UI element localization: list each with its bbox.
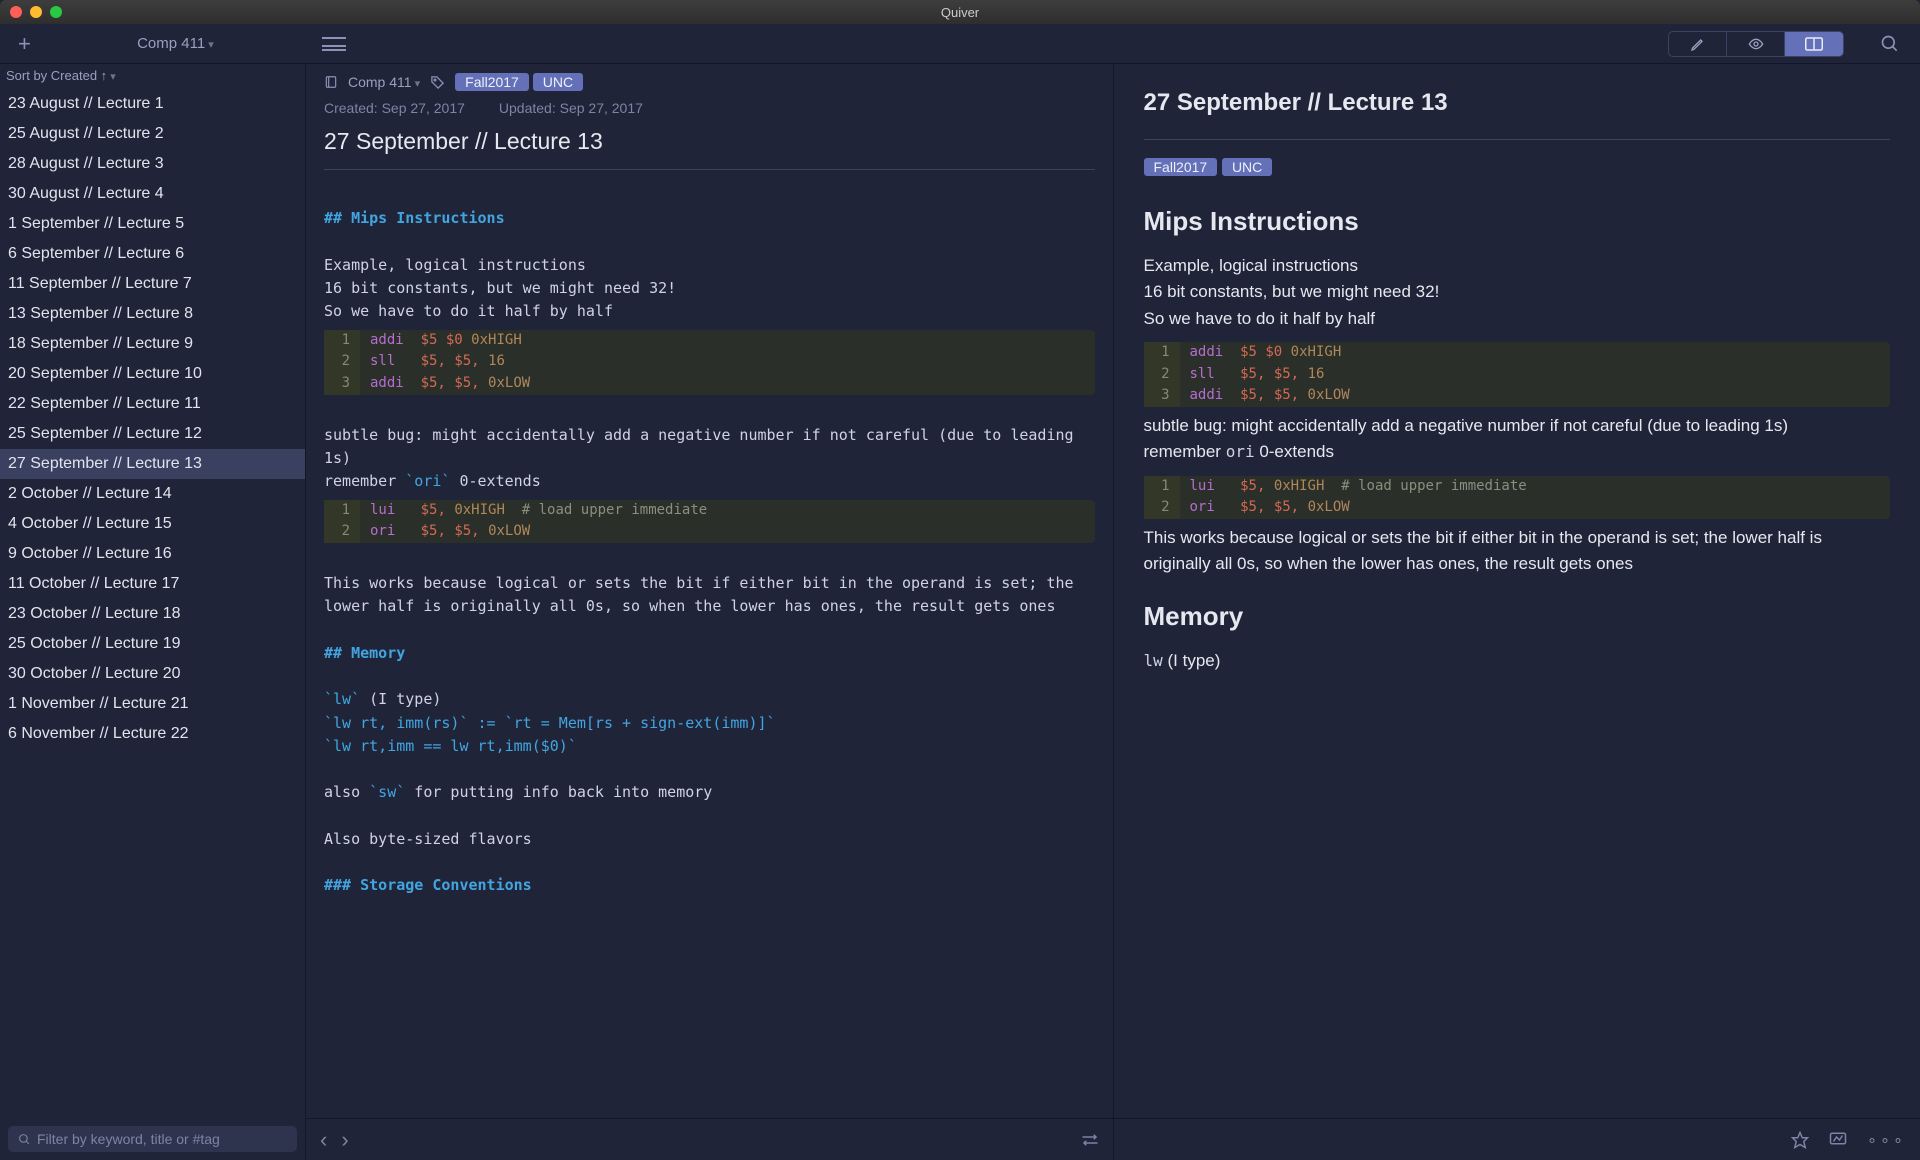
editor-pane[interactable]: Comp 411 Fall2017 UNC Created: Sep 27, 2… — [306, 64, 1114, 1160]
viewmode-split[interactable] — [1785, 32, 1843, 56]
tag-chip[interactable]: UNC — [533, 73, 583, 91]
code-block[interactable]: 1lui $5, 0xHIGH # load upper immediate2o… — [324, 500, 1095, 543]
note-list-item[interactable]: 6 November // Lecture 22 — [0, 719, 305, 749]
preview-pane: 27 September // Lecture 13 Fall2017 UNC … — [1114, 64, 1920, 1160]
note-list-item[interactable]: 23 October // Lecture 18 — [0, 599, 305, 629]
preview-paragraph: lw (I type) — [1144, 648, 1891, 674]
note-list-item[interactable]: 9 October // Lecture 16 — [0, 539, 305, 569]
notebook-dropdown[interactable]: Comp 411 — [45, 35, 306, 52]
note-list-item[interactable]: 23 August // Lecture 1 — [0, 89, 305, 119]
viewmode-preview[interactable] — [1727, 32, 1785, 56]
preview-footer: ∘∘∘ — [1114, 1118, 1920, 1160]
window-minimize-button[interactable] — [30, 6, 42, 18]
note-list-item[interactable]: 2 October // Lecture 14 — [0, 479, 305, 509]
next-note-button[interactable]: › — [341, 1127, 348, 1153]
note-list-item[interactable]: 6 September // Lecture 6 — [0, 239, 305, 269]
sort-dropdown[interactable]: Sort by Created ↑ — [0, 64, 305, 89]
preview-heading: Mips Instructions — [1144, 201, 1891, 241]
note-list-item[interactable]: 4 October // Lecture 15 — [0, 509, 305, 539]
preview-paragraph: This works because logical or sets the b… — [1144, 525, 1891, 578]
note-list-item[interactable]: 28 August // Lecture 3 — [0, 149, 305, 179]
note-list-item[interactable]: 25 October // Lecture 19 — [0, 629, 305, 659]
tag-chip[interactable]: Fall2017 — [455, 73, 529, 91]
note-list[interactable]: 23 August // Lecture 125 August // Lectu… — [0, 89, 305, 1118]
window-zoom-button[interactable] — [50, 6, 62, 18]
new-note-button[interactable]: + — [18, 31, 31, 57]
note-list-item[interactable]: 11 October // Lecture 17 — [0, 569, 305, 599]
search-icon[interactable] — [1880, 34, 1900, 54]
breadcrumb-notebook[interactable]: Comp 411 — [348, 74, 420, 90]
note-list-item[interactable]: 30 August // Lecture 4 — [0, 179, 305, 209]
favorite-button[interactable] — [1791, 1131, 1809, 1149]
note-list-item[interactable]: 27 September // Lecture 13 — [0, 449, 305, 479]
note-list-item[interactable]: 1 September // Lecture 5 — [0, 209, 305, 239]
preview-paragraph: subtle bug: might accidentally add a neg… — [1144, 413, 1891, 466]
swap-panes-button[interactable] — [1081, 1133, 1099, 1147]
tag-chip[interactable]: UNC — [1222, 158, 1272, 176]
preview-code-block: 1lui $5, 0xHIGH # load upper immediate2o… — [1144, 476, 1891, 519]
titlebar: Quiver — [0, 0, 1920, 24]
note-list-item[interactable]: 1 November // Lecture 21 — [0, 689, 305, 719]
note-list-item[interactable]: 25 September // Lecture 12 — [0, 419, 305, 449]
window-close-button[interactable] — [10, 6, 22, 18]
created-date: Created: Sep 27, 2017 — [324, 100, 465, 116]
tag-chip[interactable]: Fall2017 — [1144, 158, 1218, 176]
preview-heading: Memory — [1144, 596, 1891, 636]
note-list-item[interactable]: 20 September // Lecture 10 — [0, 359, 305, 389]
filter-input[interactable]: Filter by keyword, title or #tag — [8, 1126, 297, 1152]
note-list-item[interactable]: 13 September // Lecture 8 — [0, 299, 305, 329]
notebook-icon — [324, 74, 338, 90]
note-list-item[interactable]: 18 September // Lecture 9 — [0, 329, 305, 359]
note-list-item[interactable]: 22 September // Lecture 11 — [0, 389, 305, 419]
code-block[interactable]: 1addi $5 $0 0xHIGH2sll $5, $5, 163addi $… — [324, 330, 1095, 395]
viewmode-edit[interactable] — [1669, 32, 1727, 56]
viewmode-segmented-control — [1668, 31, 1844, 57]
note-list-item[interactable]: 11 September // Lecture 7 — [0, 269, 305, 299]
note-list-item[interactable]: 25 August // Lecture 2 — [0, 119, 305, 149]
preview-code-block: 1addi $5 $0 0xHIGH2sll $5, $5, 163addi $… — [1144, 342, 1891, 407]
note-list-sidebar: Sort by Created ↑ 23 August // Lecture 1… — [0, 64, 306, 1160]
note-list-item[interactable]: 30 October // Lecture 20 — [0, 659, 305, 689]
prev-note-button[interactable]: ‹ — [320, 1127, 327, 1153]
presentation-button[interactable] — [1829, 1131, 1847, 1149]
tag-icon[interactable] — [430, 75, 445, 90]
more-button[interactable]: ∘∘∘ — [1867, 1130, 1906, 1150]
preview-title: 27 September // Lecture 13 — [1144, 84, 1891, 140]
updated-date: Updated: Sep 27, 2017 — [499, 100, 643, 116]
filter-placeholder: Filter by keyword, title or #tag — [37, 1131, 220, 1147]
window-title: Quiver — [941, 5, 979, 20]
editor-footer: ‹ › — [306, 1118, 1113, 1160]
toolbar: + Comp 411 — [0, 24, 1920, 64]
preview-paragraph: Example, logical instructions 16 bit con… — [1144, 253, 1891, 332]
markdown-cell[interactable]: ## Mips Instructions Example, logical in… — [306, 170, 1113, 991]
note-title-input[interactable]: 27 September // Lecture 13 — [324, 124, 1095, 170]
cell-menu-button[interactable] — [322, 37, 346, 51]
